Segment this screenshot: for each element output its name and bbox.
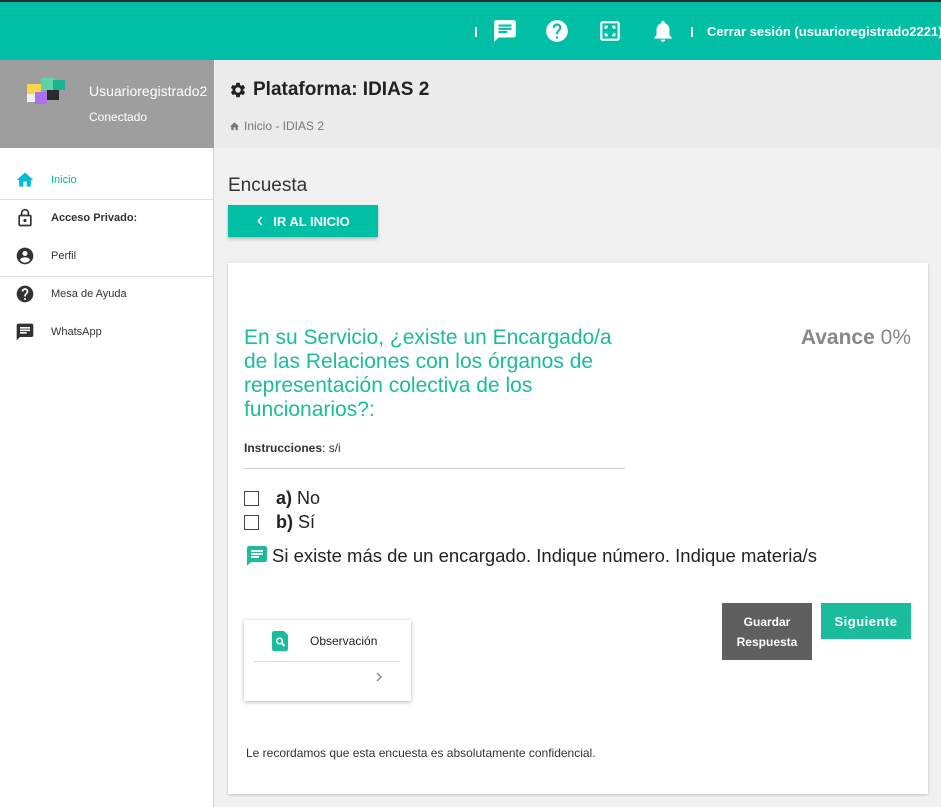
next-button[interactable]: Siguiente xyxy=(821,603,911,639)
user-profile-panel: Usuarioregistrado2 Conectado xyxy=(0,60,214,148)
comment-text: Si existe más de un encargado. Indique n… xyxy=(272,545,818,566)
sidebar-item-label: Mesa de Ayuda xyxy=(51,288,127,300)
sidebar-item-mesa-de-ayuda[interactable]: Mesa de Ayuda xyxy=(0,275,213,313)
question-text: En su Servicio, ¿existe un Encargado/a d… xyxy=(244,326,612,421)
instructions: Instrucciones: s/i xyxy=(244,441,341,455)
sidebar: Usuarioregistrado2 Conectado Inicio Acce… xyxy=(0,60,214,807)
user-status: Conectado xyxy=(89,110,148,124)
top-bar: Cerrar sesión (usuarioregistrado2221) xyxy=(0,0,941,60)
option-letter: b) xyxy=(276,512,293,532)
topbar-separator xyxy=(691,27,693,37)
page-title: Plataforma: IDIAS 2 xyxy=(229,79,429,101)
sidebar-item-label: Inicio xyxy=(51,174,77,186)
observation-label: Observación xyxy=(310,634,378,648)
home-icon xyxy=(16,172,34,187)
chat-icon[interactable] xyxy=(492,18,518,44)
option-text: Sí xyxy=(298,512,316,532)
question-comment: Si existe más de un encargado. Indique n… xyxy=(245,544,817,568)
option-b-checkbox[interactable] xyxy=(244,515,259,530)
chevron-right-icon[interactable] xyxy=(372,670,386,684)
confidentiality-note: Le recordamos que esta encuesta es absol… xyxy=(246,746,596,760)
breadcrumb-text: Inicio - IDIAS 2 xyxy=(244,119,325,133)
user-name: Usuarioregistrado2 xyxy=(89,83,208,99)
help-icon[interactable] xyxy=(544,18,570,44)
lock-icon xyxy=(18,208,32,227)
instructions-label: Instrucciones xyxy=(244,441,323,455)
option-letter: a) xyxy=(276,488,293,508)
option-b[interactable]: b) Sí xyxy=(244,512,315,533)
go-home-button[interactable]: IR AL INICIO xyxy=(228,205,378,237)
option-a-checkbox[interactable] xyxy=(244,491,259,506)
comment-icon xyxy=(247,546,267,566)
bell-icon[interactable] xyxy=(650,18,676,44)
observation-divider xyxy=(254,661,400,662)
page-header: Plataforma: IDIAS 2 Inicio - IDIAS 2 xyxy=(215,60,941,148)
go-home-label: IR AL INICIO xyxy=(273,213,350,229)
progress-indicator: Avance 0% xyxy=(801,326,911,350)
sidebar-item-whatsapp[interactable]: WhatsApp xyxy=(0,313,213,351)
progress-value: 0% xyxy=(880,326,911,349)
sidebar-item-perfil[interactable]: Perfil xyxy=(0,237,213,275)
topbar-separator xyxy=(475,27,477,37)
option-a[interactable]: a) No xyxy=(244,488,320,509)
help-icon xyxy=(16,285,34,303)
sidebar-item-inicio[interactable]: Inicio xyxy=(0,161,213,199)
logout-link[interactable]: Cerrar sesión (usuarioregistrado2221) xyxy=(707,24,941,39)
fullscreen-icon[interactable] xyxy=(597,18,623,44)
app-logo xyxy=(27,78,65,104)
profile-icon xyxy=(16,247,34,265)
observation-panel[interactable]: Observación xyxy=(244,620,411,701)
sidebar-item-label: Perfil xyxy=(51,250,77,262)
question-divider xyxy=(244,468,625,469)
page-title-text: Plataforma: IDIAS 2 xyxy=(253,79,430,100)
chat-icon xyxy=(16,323,34,341)
option-text: No xyxy=(297,488,321,508)
sidebar-item-acceso-privado[interactable]: Acceso Privado: xyxy=(0,199,213,237)
instructions-value: : s/i xyxy=(322,441,341,455)
chevron-left-icon xyxy=(257,216,263,226)
home-icon xyxy=(229,121,240,130)
search-document-icon xyxy=(272,631,288,651)
sidebar-item-label: WhatsApp xyxy=(51,326,102,338)
progress-label: Avance xyxy=(800,326,875,349)
breadcrumb[interactable]: Inicio - IDIAS 2 xyxy=(229,119,324,133)
gear-icon xyxy=(230,82,246,98)
survey-card: En su Servicio, ¿existe un Encargado/a d… xyxy=(228,263,928,794)
section-title: Encuesta xyxy=(228,175,308,196)
save-answer-button[interactable]: Guardar Respuesta xyxy=(722,603,812,660)
sidebar-item-label: Acceso Privado: xyxy=(51,212,138,224)
